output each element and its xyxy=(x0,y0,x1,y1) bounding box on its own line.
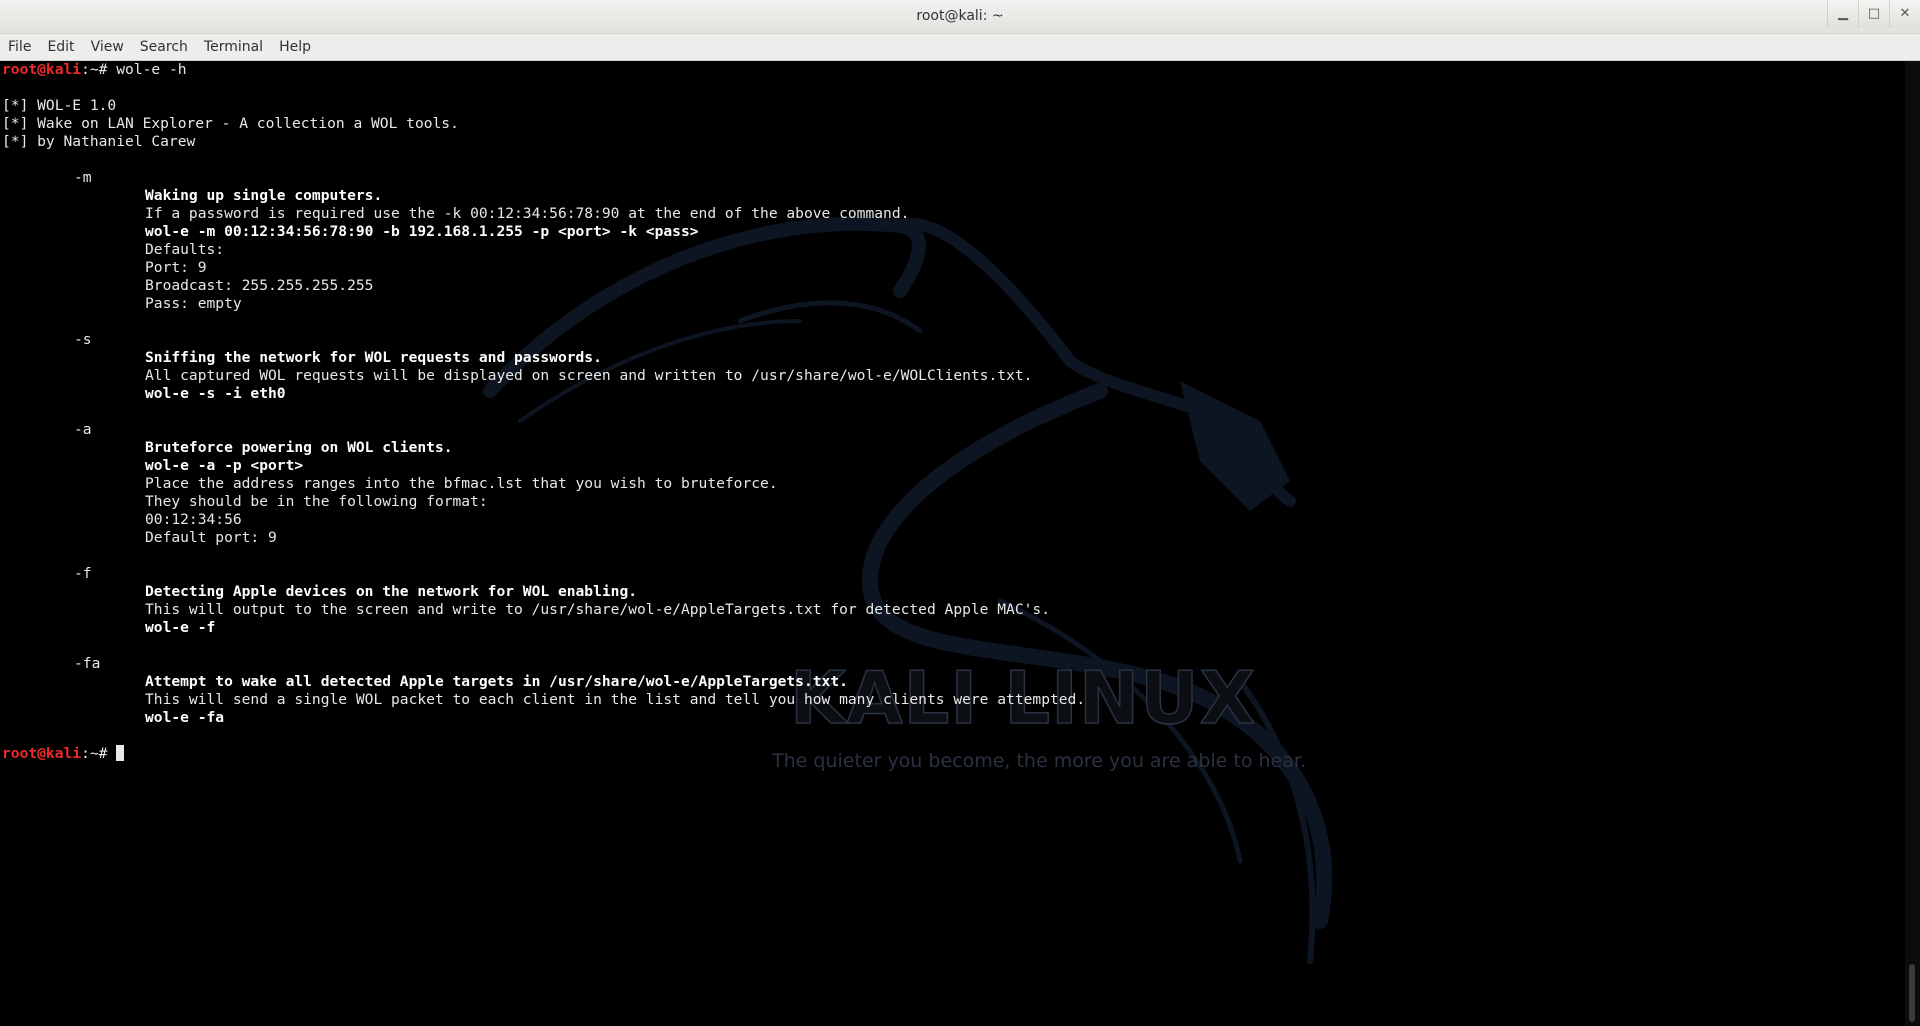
option-detail: This will output to the screen and write… xyxy=(145,601,1050,618)
option-detail: Defaults: xyxy=(145,241,225,258)
scrollbar-thumb[interactable] xyxy=(1909,964,1915,1022)
option-flag: -s xyxy=(74,331,92,348)
option-detail: Place the address ranges into the bfmac.… xyxy=(145,475,778,492)
option-detail: Pass: empty xyxy=(145,295,242,312)
option-title: Attempt to wake all detected Apple targe… xyxy=(145,673,848,690)
option-detail: Broadcast: 255.255.255.255 xyxy=(145,277,374,294)
text-cursor xyxy=(116,745,125,761)
option-flag: -f xyxy=(74,565,92,582)
option-title: Waking up single computers. xyxy=(145,187,383,204)
option-title: Bruteforce powering on WOL clients. xyxy=(145,439,453,456)
terminal-output-area[interactable]: KALI LINUX The quieter you become, the m… xyxy=(0,61,1905,1026)
header-line: [*] Wake on LAN Explorer - A collection … xyxy=(2,115,459,132)
menu-bar: File Edit View Search Terminal Help xyxy=(0,34,1920,61)
prompt-line: root@kali:~# xyxy=(2,745,1085,763)
option-detail: 00:12:34:56 xyxy=(145,511,242,528)
title-bar[interactable]: root@kali: ~ ▁ □ ✕ xyxy=(0,0,1920,34)
option-title: Sniffing the network for WOL requests an… xyxy=(145,349,602,366)
prompt-user: root@kali xyxy=(2,745,82,762)
option-usage: wol-e -fa xyxy=(145,709,225,726)
option-usage: wol-e -s -i eth0 xyxy=(145,385,286,402)
header-line: [*] WOL-E 1.0 xyxy=(2,97,117,114)
option-flag: -m xyxy=(74,169,92,186)
terminal-window: root@kali: ~ ▁ □ ✕ File Edit View Search… xyxy=(0,0,1920,1026)
prompt-suffix: :~# xyxy=(81,745,117,762)
menu-search[interactable]: Search xyxy=(132,34,196,60)
option-usage: wol-e -a -p <port> xyxy=(145,457,304,474)
option-detail: If a password is required use the -k 00:… xyxy=(145,205,910,222)
prompt-line: root@kali:~# wol-e -h xyxy=(2,61,1085,79)
option-flag: -a xyxy=(74,421,92,438)
command-text: wol-e -h xyxy=(116,61,187,78)
terminal-text: root@kali:~# wol-e -h [*] WOL-E 1.0 [*] Wa… xyxy=(2,61,1085,763)
menu-help[interactable]: Help xyxy=(271,34,319,60)
menu-edit[interactable]: Edit xyxy=(39,34,82,60)
option-usage: wol-e -f xyxy=(145,619,216,636)
minimize-icon[interactable]: ▁ xyxy=(1827,0,1858,28)
option-flag: -fa xyxy=(74,655,101,672)
option-title: Detecting Apple devices on the network f… xyxy=(145,583,638,600)
option-usage: wol-e -m 00:12:34:56:78:90 -b 192.168.1.… xyxy=(145,223,699,240)
maximize-icon[interactable]: □ xyxy=(1858,0,1889,28)
window-title: root@kali: ~ xyxy=(916,8,1004,24)
header-line: [*] by Nathaniel Carew xyxy=(2,133,196,150)
option-detail: All captured WOL requests will be displa… xyxy=(145,367,1033,384)
option-detail: They should be in the following format: xyxy=(145,493,488,510)
menu-terminal[interactable]: Terminal xyxy=(196,34,271,60)
prompt-user: root@kali xyxy=(2,61,82,78)
option-detail: This will send a single WOL packet to ea… xyxy=(145,691,1086,708)
menu-view[interactable]: View xyxy=(83,34,132,60)
option-detail: Port: 9 xyxy=(145,259,207,276)
menu-file[interactable]: File xyxy=(0,34,39,60)
option-detail: Default port: 9 xyxy=(145,529,277,546)
prompt-suffix: :~# xyxy=(81,61,117,78)
close-icon[interactable]: ✕ xyxy=(1889,0,1920,28)
terminal-scrollbar[interactable] xyxy=(1905,61,1920,1026)
window-controls: ▁ □ ✕ xyxy=(1827,0,1920,28)
